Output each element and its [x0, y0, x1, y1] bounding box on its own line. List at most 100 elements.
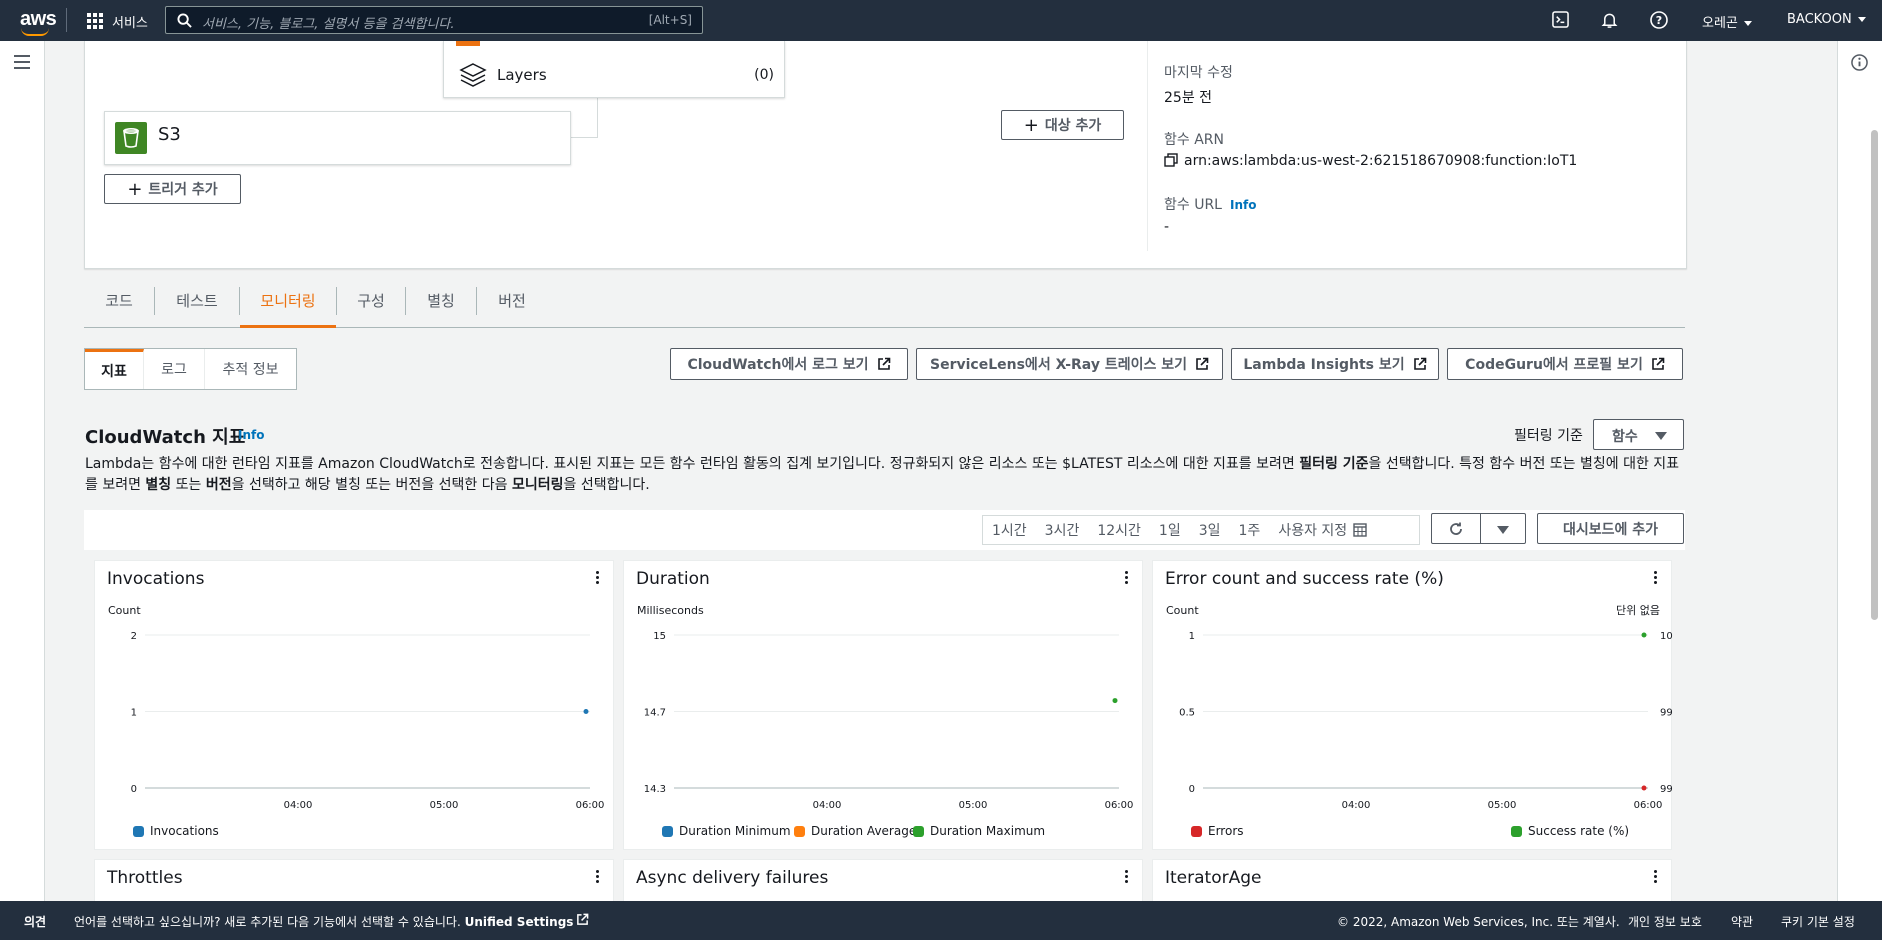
legend-item[interactable]: Duration Average: [794, 824, 916, 838]
view-xray-traces-button[interactable]: ServiceLens에서 X-Ray 트레이스 보기: [916, 348, 1223, 380]
info-panel-icon[interactable]: [1851, 54, 1868, 71]
duration-chart: Milliseconds 15 14.7 14.3 04:00 05:00 06:00: [637, 604, 1133, 811]
unified-settings-link[interactable]: Unified Settings: [465, 915, 574, 929]
connector-line: [570, 137, 598, 138]
widget-menu-icon[interactable]: [1654, 870, 1657, 885]
legend-swatch: [1511, 825, 1522, 837]
filter-by-select[interactable]: 함수: [1593, 419, 1684, 450]
x-tick-label: 06:00: [1634, 800, 1663, 811]
cloudshell-icon[interactable]: [1552, 11, 1569, 28]
y-tick-label: 1: [1189, 631, 1195, 642]
range-custom[interactable]: 사용자 지정: [1269, 520, 1351, 540]
calendar-icon[interactable]: [1353, 523, 1367, 537]
y-tick-label: 0.5: [1179, 708, 1195, 719]
y2-tick-label: 100: [1660, 631, 1673, 642]
top-navigation-bar: aws 서비스 서비스, 기능, 블로그, 설명서 등을 검색합니다. [Alt…: [0, 0, 1882, 41]
layers-card[interactable]: Layers (0): [443, 41, 785, 98]
tab-configuration[interactable]: 구성: [337, 275, 405, 325]
svg-text:?: ?: [1656, 14, 1662, 27]
function-url-info-link[interactable]: Info: [1230, 198, 1256, 212]
tab-versions[interactable]: 버전: [477, 275, 547, 325]
widget-menu-icon[interactable]: [1125, 870, 1128, 885]
y-axis-label: Milliseconds: [637, 604, 704, 617]
s3-trigger-card[interactable]: S3: [104, 111, 571, 165]
data-point: [583, 709, 589, 714]
tab-monitoring[interactable]: 모니터링: [240, 275, 336, 328]
x-tick-label: 05:00: [1488, 800, 1517, 811]
overview-divider: [1147, 41, 1148, 251]
view-lambda-insights-button[interactable]: Lambda Insights 보기: [1231, 348, 1439, 380]
range-1w[interactable]: 1주: [1230, 520, 1270, 540]
privacy-link[interactable]: 개인 정보 보호: [1628, 913, 1702, 930]
monitoring-subtabs: 지표 로그 추적 정보: [84, 348, 297, 390]
account-menu[interactable]: BACKOON: [1787, 12, 1866, 27]
error-success-widget: Error count and success rate (%) Count 단위…: [1152, 560, 1673, 850]
global-search-input[interactable]: 서비스, 기능, 블로그, 설명서 등을 검색합니다. [Alt+S]: [165, 6, 703, 34]
range-3d[interactable]: 3일: [1190, 520, 1230, 540]
function-arn-label: 함수 ARN: [1164, 132, 1224, 148]
range-1h[interactable]: 1시간: [983, 520, 1036, 540]
layers-count: (0): [754, 67, 774, 83]
cloudwatch-info-link[interactable]: Info: [238, 428, 264, 442]
invocations-widget: Invocations Count 2 1 0 04:00 05:00 06:00 Invo…: [94, 560, 614, 850]
bell-icon[interactable]: [1601, 11, 1618, 29]
add-to-dashboard-button[interactable]: 대시보드에 추가: [1537, 513, 1684, 544]
external-link-icon: [577, 913, 589, 925]
add-destination-button[interactable]: + 대상 추가: [1001, 110, 1124, 140]
subtab-traces[interactable]: 추적 정보: [205, 349, 296, 389]
cloudwatch-description: Lambda는 함수에 대한 런타임 지표를 Amazon CloudWatch…: [85, 456, 1680, 493]
refresh-button[interactable]: [1431, 513, 1481, 544]
tab-code[interactable]: 코드: [84, 275, 154, 325]
data-point: [1112, 698, 1118, 704]
add-trigger-button[interactable]: + 트리거 추가: [104, 174, 241, 204]
copy-icon[interactable]: [1164, 153, 1178, 167]
region-selector[interactable]: 오레곤: [1702, 12, 1752, 31]
subtab-logs[interactable]: 로그: [144, 349, 205, 389]
page-scrollbar[interactable]: [1871, 130, 1878, 620]
external-link-icon: [1196, 357, 1209, 370]
tab-aliases[interactable]: 별칭: [406, 275, 476, 325]
y-tick-label: 15: [653, 631, 666, 642]
y-axis-label: Count: [1166, 604, 1199, 617]
refresh-interval-dropdown[interactable]: [1480, 513, 1526, 544]
filter-by-label: 필터링 기준: [1514, 428, 1583, 444]
search-placeholder: 서비스, 기능, 블로그, 설명서 등을 검색합니다.: [202, 17, 455, 32]
x-tick-label: 05:00: [959, 800, 988, 811]
data-point: [1641, 785, 1647, 791]
subtab-metrics[interactable]: 지표: [85, 349, 144, 389]
cookie-preferences-link[interactable]: 쿠키 기본 설정: [1781, 913, 1855, 930]
legend-item[interactable]: Errors: [1191, 824, 1244, 838]
legend-item[interactable]: Invocations: [133, 824, 219, 838]
widget-menu-icon[interactable]: [596, 870, 599, 885]
function-arn-value: arn:aws:lambda:us-west-2:621518670908:fu…: [1164, 153, 1577, 169]
legend-item[interactable]: Duration Maximum: [913, 824, 1045, 838]
terms-link[interactable]: 약관: [1731, 913, 1753, 930]
view-codeguru-profile-button[interactable]: CodeGuru에서 프로필 보기: [1447, 348, 1683, 380]
view-cloudwatch-logs-button[interactable]: CloudWatch에서 로그 보기: [670, 348, 908, 380]
last-modified-label: 마지막 수정: [1164, 65, 1233, 81]
legend-swatch: [133, 825, 144, 837]
aws-logo[interactable]: aws: [20, 8, 57, 36]
range-1d[interactable]: 1일: [1150, 520, 1190, 540]
last-modified-value: 25분 전: [1164, 90, 1213, 106]
y-tick-label: 14.3: [644, 784, 666, 795]
help-icon[interactable]: ?: [1650, 11, 1668, 29]
legend-item[interactable]: Duration Minimum: [662, 824, 791, 838]
hamburger-menu-icon[interactable]: [14, 55, 30, 69]
legend-item[interactable]: Success rate (%): [1511, 824, 1629, 838]
y-tick-label: 14.7: [644, 708, 666, 719]
services-grid-icon[interactable]: [87, 13, 103, 29]
duration-widget: Duration Milliseconds 15 14.7 14.3 04:00 05:0…: [623, 560, 1143, 850]
range-3h[interactable]: 3시간: [1036, 520, 1089, 540]
external-link-icon: [1413, 357, 1426, 370]
range-12h[interactable]: 12시간: [1088, 520, 1150, 540]
widget-title: Async delivery failures: [636, 868, 829, 888]
external-link-icon: [1652, 357, 1665, 370]
tab-test[interactable]: 테스트: [155, 275, 239, 325]
legend-swatch: [662, 825, 673, 837]
external-link-icon: [877, 357, 890, 370]
services-menu-label[interactable]: 서비스: [112, 12, 148, 31]
search-icon: [177, 13, 192, 28]
y-tick-label: 0: [1189, 784, 1195, 795]
feedback-link[interactable]: 의견: [24, 913, 46, 930]
